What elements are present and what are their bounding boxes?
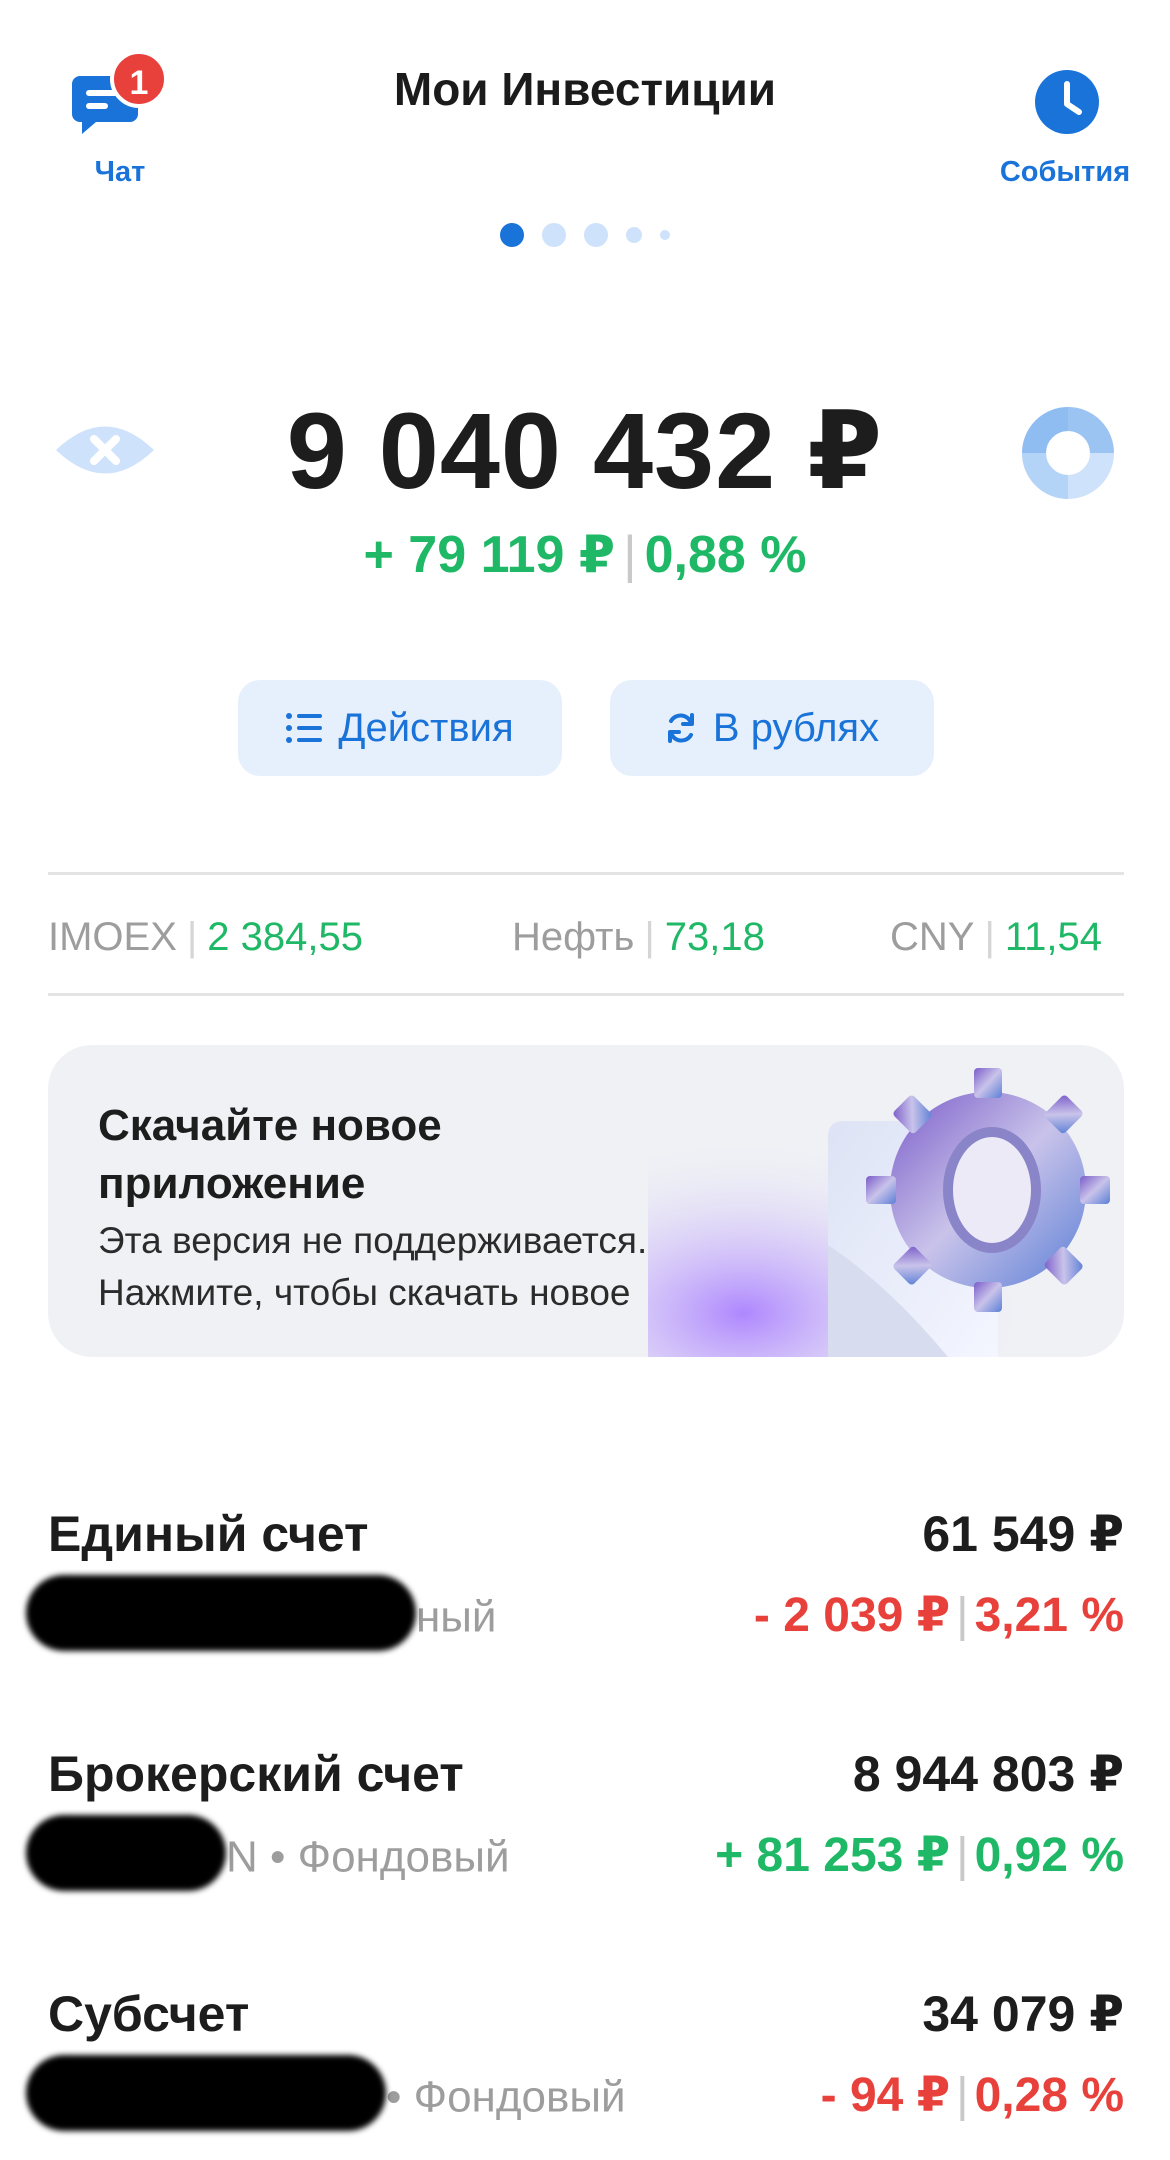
account-subtitle-text: N • Фондовый xyxy=(226,1832,510,1882)
clock-icon xyxy=(1035,70,1099,134)
redaction-mask xyxy=(26,2055,386,2131)
refresh-icon xyxy=(667,713,694,743)
account-change-amount: - 2 039 ₽ xyxy=(753,1589,951,1642)
account-total: 34 079 ₽ xyxy=(922,1986,1124,2042)
separator: | xyxy=(956,1589,969,1642)
currency-toggle-button[interactable]: В рублях xyxy=(610,680,934,776)
events-button[interactable]: События xyxy=(990,60,1140,200)
list-icon xyxy=(286,713,323,743)
account-change: + 81 253 ₽ | 0,92 % xyxy=(715,1827,1124,1883)
ticker-value: 2 384,55 xyxy=(207,915,363,959)
redaction-mask xyxy=(26,1815,226,1891)
account-change-percent: 3,21 % xyxy=(974,1589,1124,1642)
account-change: - 2 039 ₽ | 3,21 % xyxy=(754,1587,1124,1643)
account-name: Субсчет xyxy=(48,1986,250,2042)
ticker-name: IMOEX xyxy=(48,915,177,959)
account-total: 8 944 803 ₽ xyxy=(852,1746,1124,1802)
account-name: Брокерский счет xyxy=(48,1746,464,1802)
separator: | xyxy=(956,1829,969,1882)
page-dot-1[interactable] xyxy=(500,223,524,247)
chat-label: Чат xyxy=(94,156,146,188)
account-row-brokerage[interactable]: Брокерский счет 8 944 803 ₽ N • Фондовый… xyxy=(26,1745,1124,1905)
unread-badge: 1 xyxy=(110,50,168,108)
actions-label: Действия xyxy=(338,705,514,750)
balance-change-amount: + 79 119 ₽ xyxy=(363,526,616,584)
account-row-unified[interactable]: Единый счет 61 549 ₽ ный - 2 039 ₽ | 3,21 … xyxy=(26,1505,1124,1665)
separator: | xyxy=(956,2069,969,2122)
ticker-item-oil[interactable]: Нефть | 73,18 xyxy=(512,915,765,960)
ticker-name: CNY xyxy=(890,915,975,959)
page-indicator[interactable] xyxy=(0,220,1170,250)
account-row-subaccount[interactable]: Субсчет 34 079 ₽ • Фондовый - 94 ₽ | 0,28 … xyxy=(26,1985,1124,2145)
account-name: Единый счет xyxy=(48,1506,369,1562)
ticker-value: 11,54 xyxy=(1004,915,1102,959)
account-change-percent: 0,28 % xyxy=(974,2069,1124,2122)
market-ticker[interactable]: IMOEX | 2 384,55 Нефть | 73,18 CNY | 11,54 xyxy=(48,872,1124,996)
ticker-item-imoex[interactable]: IMOEX | 2 384,55 xyxy=(48,915,363,960)
balance-change-percent: 0,88 % xyxy=(644,526,807,584)
total-balance: 9 040 432 ₽ xyxy=(286,390,884,511)
ticker-item-cny[interactable]: CNY | 11,54 xyxy=(890,915,1102,960)
account-subtitle: • Фондовый xyxy=(26,2055,626,2131)
account-subtitle-text: ный xyxy=(416,1592,497,1642)
app-header: 1 Чат Мои Инвестиции События xyxy=(0,0,1170,260)
balance-change: + 79 119 ₽ | 0,88 % xyxy=(0,525,1170,585)
separator: | xyxy=(186,915,198,959)
update-app-banner[interactable]: Скачайте новое приложение Эта версия не … xyxy=(48,1045,1124,1357)
account-subtitle: N • Фондовый xyxy=(26,1815,510,1891)
account-change-percent: 0,92 % xyxy=(974,1829,1124,1882)
account-subtitle-text: • Фондовый xyxy=(386,2072,626,2122)
ticker-value: 73,18 xyxy=(664,915,765,959)
page-dot-4[interactable] xyxy=(626,227,642,243)
currency-label: В рублях xyxy=(712,705,880,750)
banner-title: Скачайте новое приложение xyxy=(98,1101,442,1208)
gear-illustration-icon xyxy=(648,1065,1124,1357)
chat-button[interactable]: 1 Чат xyxy=(60,50,180,200)
account-total: 61 549 ₽ xyxy=(922,1506,1124,1562)
portfolio-donut-icon[interactable] xyxy=(1020,405,1116,501)
account-change-amount: - 94 ₽ xyxy=(820,2069,951,2122)
account-subtitle: ный xyxy=(26,1575,497,1651)
events-label: События xyxy=(999,156,1131,188)
account-change: - 94 ₽ | 0,28 % xyxy=(821,2067,1124,2123)
actions-button[interactable]: Действия xyxy=(238,680,562,776)
account-change-amount: + 81 253 ₽ xyxy=(715,1829,951,1882)
ticker-name: Нефть xyxy=(512,915,635,959)
separator: | xyxy=(644,915,655,959)
separator: | xyxy=(623,526,637,584)
page-dot-5[interactable] xyxy=(660,230,670,240)
page-dot-3[interactable] xyxy=(584,223,608,247)
separator: | xyxy=(984,915,995,959)
redaction-mask xyxy=(26,1575,416,1651)
page-dot-2[interactable] xyxy=(542,223,566,247)
